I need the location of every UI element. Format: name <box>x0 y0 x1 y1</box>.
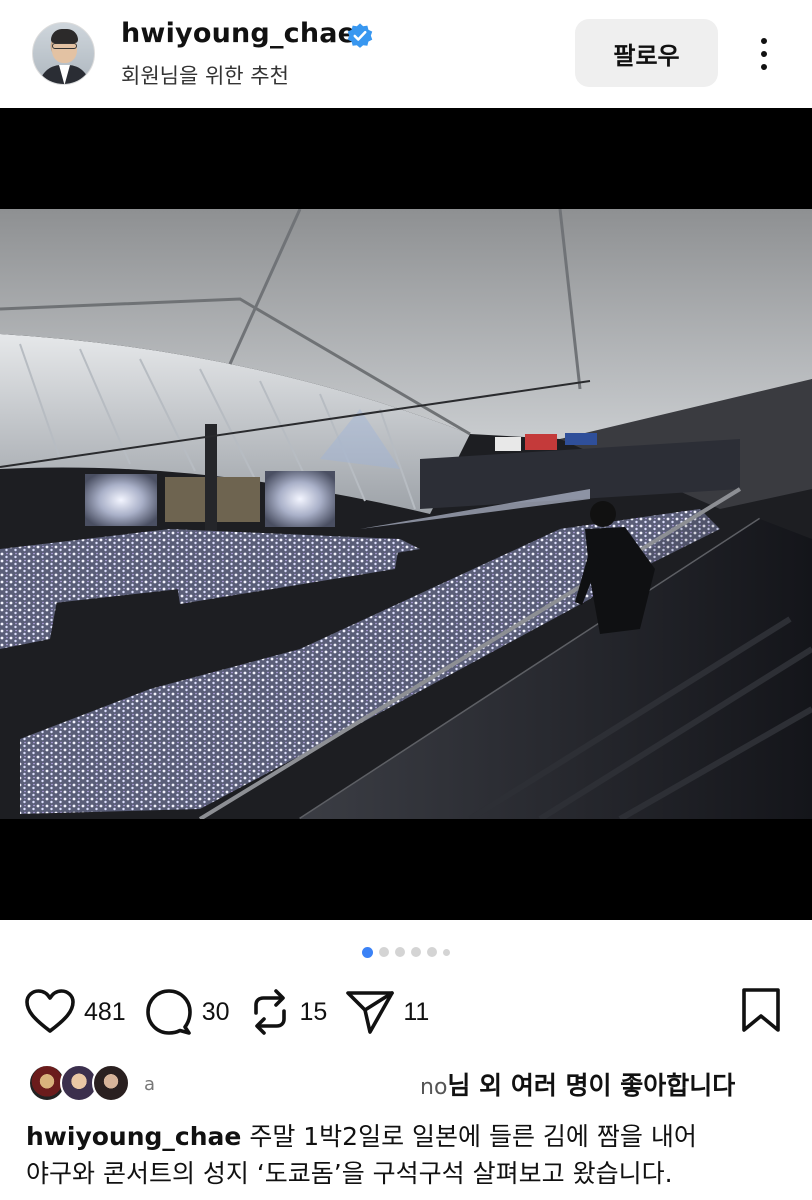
share-button[interactable]: 11 <box>345 988 429 1036</box>
post-media[interactable] <box>0 108 812 920</box>
comment-icon <box>145 989 192 1035</box>
repost-count: 15 <box>299 997 328 1026</box>
avatar[interactable] <box>32 22 95 85</box>
caption-username[interactable]: hwiyoung_chae <box>26 1122 241 1151</box>
send-icon <box>346 991 395 1034</box>
username[interactable]: hwiyoung_chae <box>121 18 356 49</box>
like-button[interactable]: 481 <box>24 988 126 1036</box>
recommendation-subtitle: 회원님을 위한 추천 <box>121 64 289 88</box>
blurred-username: a <box>144 1074 156 1095</box>
concert-photo <box>0 209 812 819</box>
repost-button[interactable]: 15 <box>248 987 328 1037</box>
share-count: 11 <box>403 997 430 1026</box>
likes-text: no님 외 여러 명이 좋아합니다 <box>420 1071 736 1100</box>
more-options-icon[interactable] <box>746 30 782 78</box>
like-count: 481 <box>84 997 126 1026</box>
carousel-dot[interactable] <box>395 947 405 957</box>
comment-button[interactable]: 30 <box>144 987 230 1037</box>
carousel-indicator[interactable] <box>0 944 812 960</box>
follow-button[interactable]: 팔로우 <box>575 19 718 87</box>
comment-count: 30 <box>201 997 230 1026</box>
carousel-dot[interactable] <box>362 946 373 958</box>
post-header: hwiyoung_chae 회원님을 위한 추천 팔로우 <box>0 0 812 108</box>
carousel-dot[interactable] <box>379 947 389 957</box>
carousel-dot[interactable] <box>427 947 437 957</box>
carousel-dot[interactable] <box>443 948 450 956</box>
post-caption: hwiyoung_chae 주말 1박2일로 일본에 들른 김에 짬을 내어 야… <box>26 1118 796 1192</box>
liker-avatar <box>92 1064 130 1102</box>
likes-summary[interactable]: a no님 외 여러 명이 좋아합니다 <box>28 1060 798 1106</box>
verified-badge-icon <box>347 23 373 48</box>
action-bar: 481 30 15 11 <box>24 984 447 1040</box>
repost-icon <box>253 989 286 1035</box>
carousel-dot[interactable] <box>411 947 421 957</box>
caption-text-line2: 야구와 콘서트의 성지 ‘도쿄돔’을 구석구석 살펴보고 왔습니다. <box>26 1159 673 1188</box>
caption-text-line1: 주말 1박2일로 일본에 들른 김에 짬을 내어 <box>241 1122 697 1151</box>
heart-icon <box>25 989 75 1033</box>
liker-avatars[interactable] <box>28 1064 138 1102</box>
bookmark-icon[interactable] <box>740 987 782 1033</box>
